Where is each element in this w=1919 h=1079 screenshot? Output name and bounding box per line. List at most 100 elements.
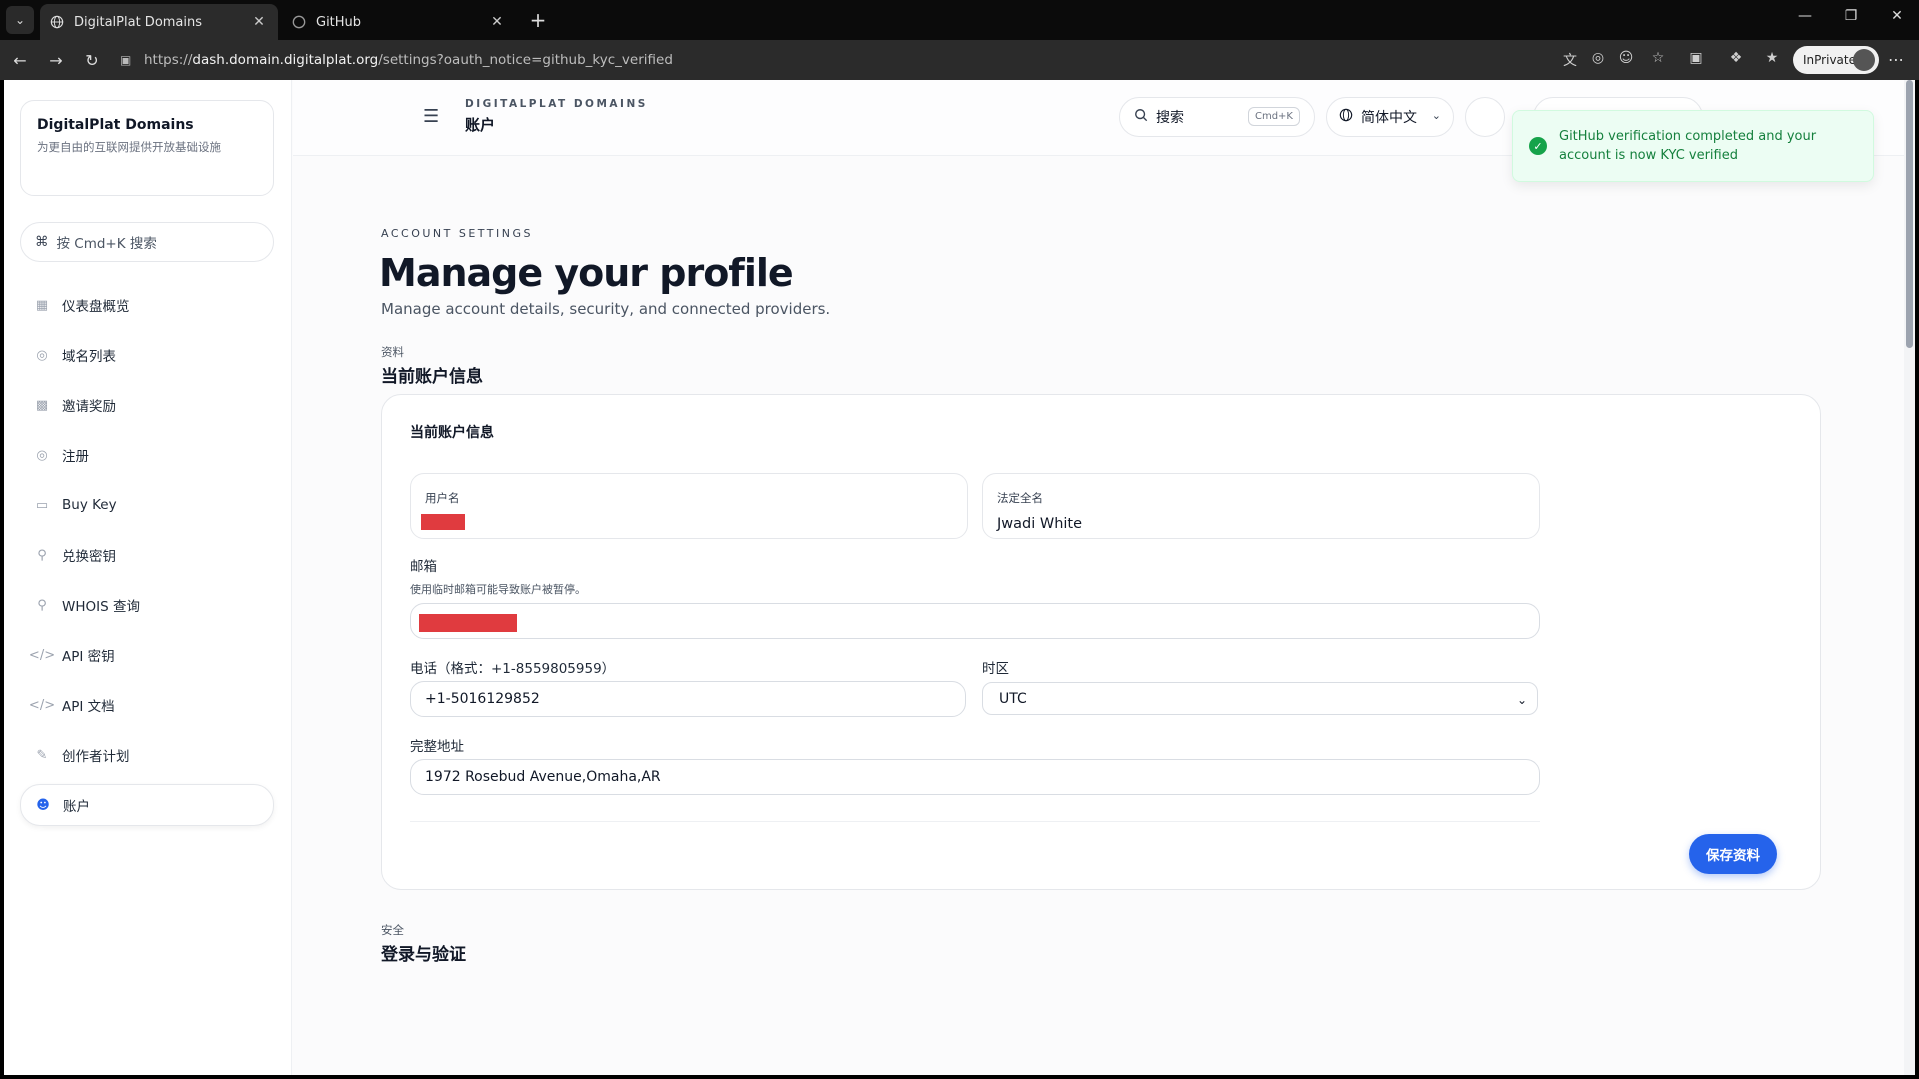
globe-icon: ◎ <box>36 347 48 363</box>
sidebar-item-creator[interactable]: ✎ 创作者计划 <box>20 734 274 776</box>
extensions-icon[interactable]: ❖ <box>1726 50 1746 70</box>
globe-icon: ◎ <box>36 447 48 463</box>
tab-title: GitHub <box>316 14 362 30</box>
sidebar-item-api-keys[interactable]: </> API 密钥 <box>20 634 274 676</box>
address-field[interactable]: 1972 Rosebud Avenue,Omaha,AR <box>410 759 1540 795</box>
email-hint: 使用临时邮箱可能导致账户被暂停。 <box>410 583 586 596</box>
sidebar: DigitalPlat Domains 为更自由的互联网提供开放基础设施 ⌘ 按… <box>4 80 292 1075</box>
sidebar-item-whois[interactable]: ⚲ WHOIS 查询 <box>20 584 274 626</box>
translate-icon[interactable]: 文 <box>1560 50 1580 70</box>
back-icon[interactable]: ← <box>8 48 32 72</box>
sidebar-item-label: API 密钥 <box>62 649 115 665</box>
minimize-icon[interactable]: — <box>1790 8 1820 24</box>
window-close-icon[interactable]: ✕ <box>1882 8 1912 24</box>
page-scrollbar[interactable] <box>1904 80 1915 1075</box>
globe-icon <box>1339 108 1353 126</box>
timezone-label: 时区 <box>982 661 1009 677</box>
card-title: 当前账户信息 <box>410 425 494 441</box>
sidebar-item-api-docs[interactable]: </> API 文档 <box>20 684 274 726</box>
page-description: Manage account details, security, and co… <box>381 300 831 318</box>
restore-icon[interactable]: ❐ <box>1836 8 1866 24</box>
sidebar-item-label: 邀请奖励 <box>62 399 116 415</box>
username-field: 用户名 <box>410 473 968 539</box>
section-kicker: 资料 <box>381 345 404 359</box>
address-bar-row: ← → ↻ ▣ https://dash.domain.digitalplat.… <box>0 40 1919 80</box>
sidebar-item-dashboard[interactable]: ▦ 仪表盘概览 <box>20 284 274 326</box>
phone-value: +1-5016129852 <box>425 691 540 707</box>
reader-icon[interactable]: ☺ <box>1616 50 1636 70</box>
security-section-kicker: 安全 <box>381 923 404 937</box>
header-search-label: 搜索 <box>1156 110 1184 126</box>
tab-list-button[interactable]: ⌄ <box>6 6 34 34</box>
reload-icon[interactable]: ↻ <box>80 48 104 72</box>
sidebar-item-register[interactable]: ◎ 注册 <box>20 434 274 476</box>
card-divider <box>410 821 1540 822</box>
sidebar-item-label: WHOIS 查询 <box>62 599 140 615</box>
forward-icon[interactable]: → <box>44 48 68 72</box>
inprivate-badge[interactable]: InPrivate <box>1793 46 1879 74</box>
brand-title: DigitalPlat Domains <box>37 117 194 133</box>
sidebar-search[interactable]: ⌘ 按 Cmd+K 搜索 <box>20 222 274 262</box>
brand-card[interactable]: DigitalPlat Domains 为更自由的互联网提供开放基础设施 <box>20 100 274 196</box>
save-profile-button[interactable]: 保存资料 <box>1689 834 1777 874</box>
github-icon <box>292 14 308 30</box>
fullname-label: 法定全名 <box>997 491 1043 505</box>
user-icon: ☻ <box>36 797 50 813</box>
address-label: 完整地址 <box>410 739 464 755</box>
notifications-button[interactable] <box>1465 97 1505 137</box>
favorite-star-icon[interactable]: ☆ <box>1648 50 1668 70</box>
sidebar-item-domains[interactable]: ◎ 域名列表 <box>20 334 274 376</box>
sidebar-nav: ▦ 仪表盘概览 ◎ 域名列表 ▩ 邀请奖励 ◎ 注册 ▭ Buy Key ⚲ 兑换密钥 ⚲ W… <box>20 284 274 834</box>
menu-icon[interactable]: ☰ <box>423 106 443 127</box>
scrollbar-thumb[interactable] <box>1906 80 1913 348</box>
sidebar-item-account[interactable]: ☻ 账户 <box>20 784 274 826</box>
username-label: 用户名 <box>425 491 460 505</box>
collections-icon[interactable]: ▣ <box>1686 50 1706 70</box>
search-shortcut: Cmd+K <box>1247 107 1300 126</box>
phone-field[interactable]: +1-5016129852 <box>410 681 966 717</box>
new-tab-button[interactable]: + <box>526 8 550 32</box>
tab-digitalplat[interactable]: DigitalPlat Domains ✕ <box>40 4 278 40</box>
sidebar-item-referral[interactable]: ▩ 邀请奖励 <box>20 384 274 426</box>
sidebar-item-label: 创作者计划 <box>62 749 130 765</box>
email-field[interactable] <box>410 603 1540 639</box>
header-search-button[interactable]: 搜索 Cmd+K <box>1119 97 1315 137</box>
more-options-icon[interactable]: ⋯ <box>1888 50 1904 69</box>
code-icon: </> <box>28 697 56 713</box>
close-icon[interactable]: ✕ <box>250 14 268 30</box>
timezone-select[interactable]: UTC ⌄ <box>982 682 1538 715</box>
check-circle-icon: ✓ <box>1529 137 1547 155</box>
sidebar-item-label: API 文档 <box>62 699 115 715</box>
url-field[interactable]: ▣ https://dash.domain.digitalplat.org/se… <box>112 46 1552 74</box>
page-title: Manage your profile <box>379 251 794 295</box>
timezone-value: UTC <box>999 690 1027 707</box>
gift-icon: ▩ <box>35 397 49 413</box>
tracking-icon[interactable]: ◎ <box>1588 50 1608 70</box>
brand-subtitle: 为更自由的互联网提供开放基础设施 <box>37 140 221 154</box>
main-content: ACCOUNT SETTINGS Manage your profile Man… <box>293 157 1915 1075</box>
sidebar-item-label: Buy Key <box>62 497 117 513</box>
language-label: 简体中文 <box>1361 110 1417 126</box>
language-selector[interactable]: 简体中文 ⌄ <box>1326 97 1454 137</box>
page-kicker: ACCOUNT SETTINGS <box>381 227 534 240</box>
fullname-field: 法定全名 Jwadi White <box>982 473 1540 539</box>
url-host: dash.domain.digitalplat.org <box>192 52 379 68</box>
header-title: 账户 <box>465 116 496 134</box>
email-label: 邮箱 <box>410 559 437 575</box>
redacted-email <box>419 614 517 632</box>
redacted-username <box>421 514 465 530</box>
sidebar-item-label: 账户 <box>63 799 90 815</box>
sidebar-item-label: 域名列表 <box>62 349 116 365</box>
close-icon[interactable]: ✕ <box>488 14 506 30</box>
globe-icon <box>50 14 66 30</box>
edit-icon: ✎ <box>36 747 48 763</box>
url-scheme: https:// <box>144 52 193 68</box>
page-viewport: DigitalPlat Domains 为更自由的互联网提供开放基础设施 ⌘ 按… <box>4 80 1915 1075</box>
sidebar-item-label: 仪表盘概览 <box>62 299 130 315</box>
section-title: 当前账户信息 <box>381 367 483 387</box>
sidebar-item-redeem-key[interactable]: ⚲ 兑换密钥 <box>20 534 274 576</box>
sidebar-item-buy-key[interactable]: ▭ Buy Key <box>20 484 274 526</box>
favorites-icon[interactable]: ★ <box>1762 50 1782 70</box>
tab-github[interactable]: GitHub ✕ <box>282 4 516 40</box>
lock-icon: ▣ <box>120 53 132 67</box>
